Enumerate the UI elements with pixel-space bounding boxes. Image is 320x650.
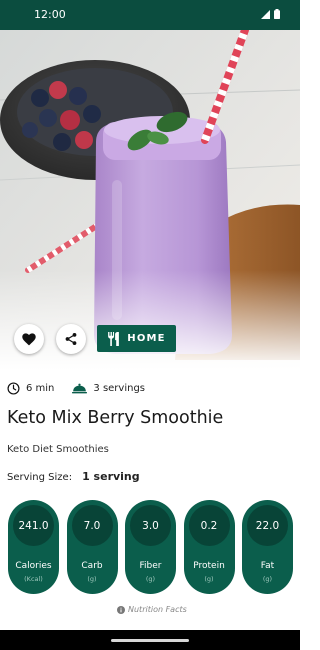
- servings: 3 servings: [72, 383, 145, 394]
- recipe-title: Keto Mix Berry Smoothie: [7, 408, 224, 428]
- nutrition-label: Carb: [81, 561, 103, 571]
- battery-icon: [274, 9, 280, 19]
- prep-time: 6 min: [7, 381, 55, 395]
- home-label: HOME: [127, 333, 166, 344]
- nutrition-label: Fiber: [139, 561, 162, 571]
- nutrition-label: Fat: [260, 561, 275, 571]
- share-icon: [65, 333, 77, 345]
- share-button[interactable]: [56, 324, 86, 354]
- nutrition-value: 3.0: [130, 505, 171, 546]
- nutrition-fat: 22.0 Fat (g): [242, 500, 293, 594]
- nutrition-facts-note: Nutrition Facts: [117, 605, 187, 614]
- status-bar: 12:00: [0, 0, 300, 30]
- serving-size-label: Serving Size:: [7, 472, 73, 483]
- serving-size: Serving Size: 1 serving: [7, 470, 140, 483]
- nutrition-label: Protein: [193, 561, 225, 571]
- recipe-hero-image: [0, 30, 300, 370]
- nutrition-calories: 241.0 Calories (Kcal): [8, 500, 59, 594]
- nutrition-protein: 0.2 Protein (g): [183, 500, 235, 594]
- recipe-meta: 6 min 3 servings: [7, 379, 145, 397]
- system-navigation-bar: [0, 630, 300, 650]
- info-icon: [117, 605, 125, 614]
- nutrition-facts: 241.0 Calories (Kcal) 7.0 Carb (g) 3.0 F…: [8, 500, 293, 594]
- serving-size-value: 1 serving: [82, 470, 140, 483]
- recipe-category: Keto Diet Smoothies: [7, 444, 109, 455]
- nutrition-label: Calories: [15, 561, 52, 571]
- favorite-button[interactable]: [14, 324, 44, 354]
- nutrition-value: 0.2: [188, 505, 230, 546]
- nutrition-carb: 7.0 Carb (g): [66, 500, 118, 594]
- nutrition-value: 22.0: [247, 505, 288, 546]
- nutrition-fiber: 3.0 Fiber (g): [125, 500, 176, 594]
- signal-icon: [261, 9, 270, 19]
- nutrition-value: 241.0: [13, 505, 54, 546]
- nutrition-value: 7.0: [71, 505, 113, 546]
- nutrition-unit: (g): [87, 575, 97, 583]
- fork-knife-icon: [108, 331, 120, 346]
- status-time: 12:00: [34, 8, 66, 21]
- nutrition-unit: (Kcal): [24, 575, 43, 583]
- nutrition-facts-note-label: Nutrition Facts: [128, 605, 187, 614]
- prep-time-value: 6 min: [26, 382, 55, 394]
- nutrition-unit: (g): [145, 575, 156, 583]
- clock-icon: [7, 381, 20, 395]
- home-gesture-handle[interactable]: [111, 639, 189, 642]
- heart-icon: [22, 332, 36, 345]
- nutrition-unit: (g): [204, 575, 214, 583]
- home-button[interactable]: HOME: [97, 325, 176, 352]
- serving-dish-icon: [72, 383, 88, 393]
- status-icons: [261, 9, 280, 19]
- servings-value: 3 servings: [93, 382, 146, 394]
- nutrition-unit: (g): [262, 575, 273, 583]
